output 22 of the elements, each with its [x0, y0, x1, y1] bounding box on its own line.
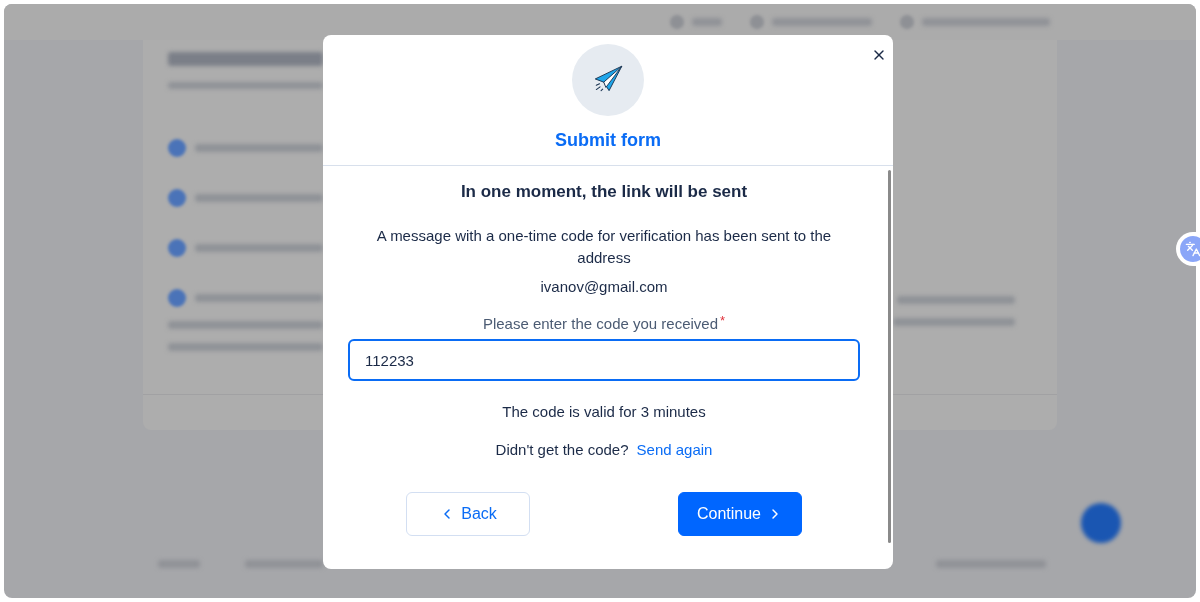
message-text: A message with a one-time code for verification has been sent to the address	[375, 226, 833, 268]
blurred-bullet-icon	[168, 289, 186, 307]
code-input-field[interactable]: 112233	[348, 339, 860, 381]
floating-round-button-icon	[1081, 503, 1121, 543]
resend-prompt: Didn't get the code?	[495, 440, 629, 460]
required-mark: *	[720, 313, 726, 329]
blurred-text	[692, 18, 722, 26]
dialog-heading: In one moment, the link will be sent	[460, 181, 748, 203]
blurred-bullet-icon	[750, 15, 764, 29]
dialog-title: Submit form	[555, 129, 661, 152]
continue-button[interactable]: Continue	[678, 492, 802, 536]
blurred-bullet-icon	[900, 15, 914, 29]
blurred-bullet-icon	[168, 189, 186, 207]
blurred-bullet-icon	[670, 15, 684, 29]
validity-note: The code is valid for 3 minutes	[502, 402, 706, 422]
send-again-link[interactable]: Send again	[636, 439, 713, 461]
email-address: ivanov@gmail.com	[540, 277, 668, 297]
blurred-bullet-icon	[168, 139, 186, 157]
field-label: Please enter the code you received	[482, 314, 719, 334]
back-button[interactable]: Back	[406, 492, 530, 536]
translate-icon	[1180, 236, 1200, 262]
blurred-bullet-icon	[168, 239, 186, 257]
